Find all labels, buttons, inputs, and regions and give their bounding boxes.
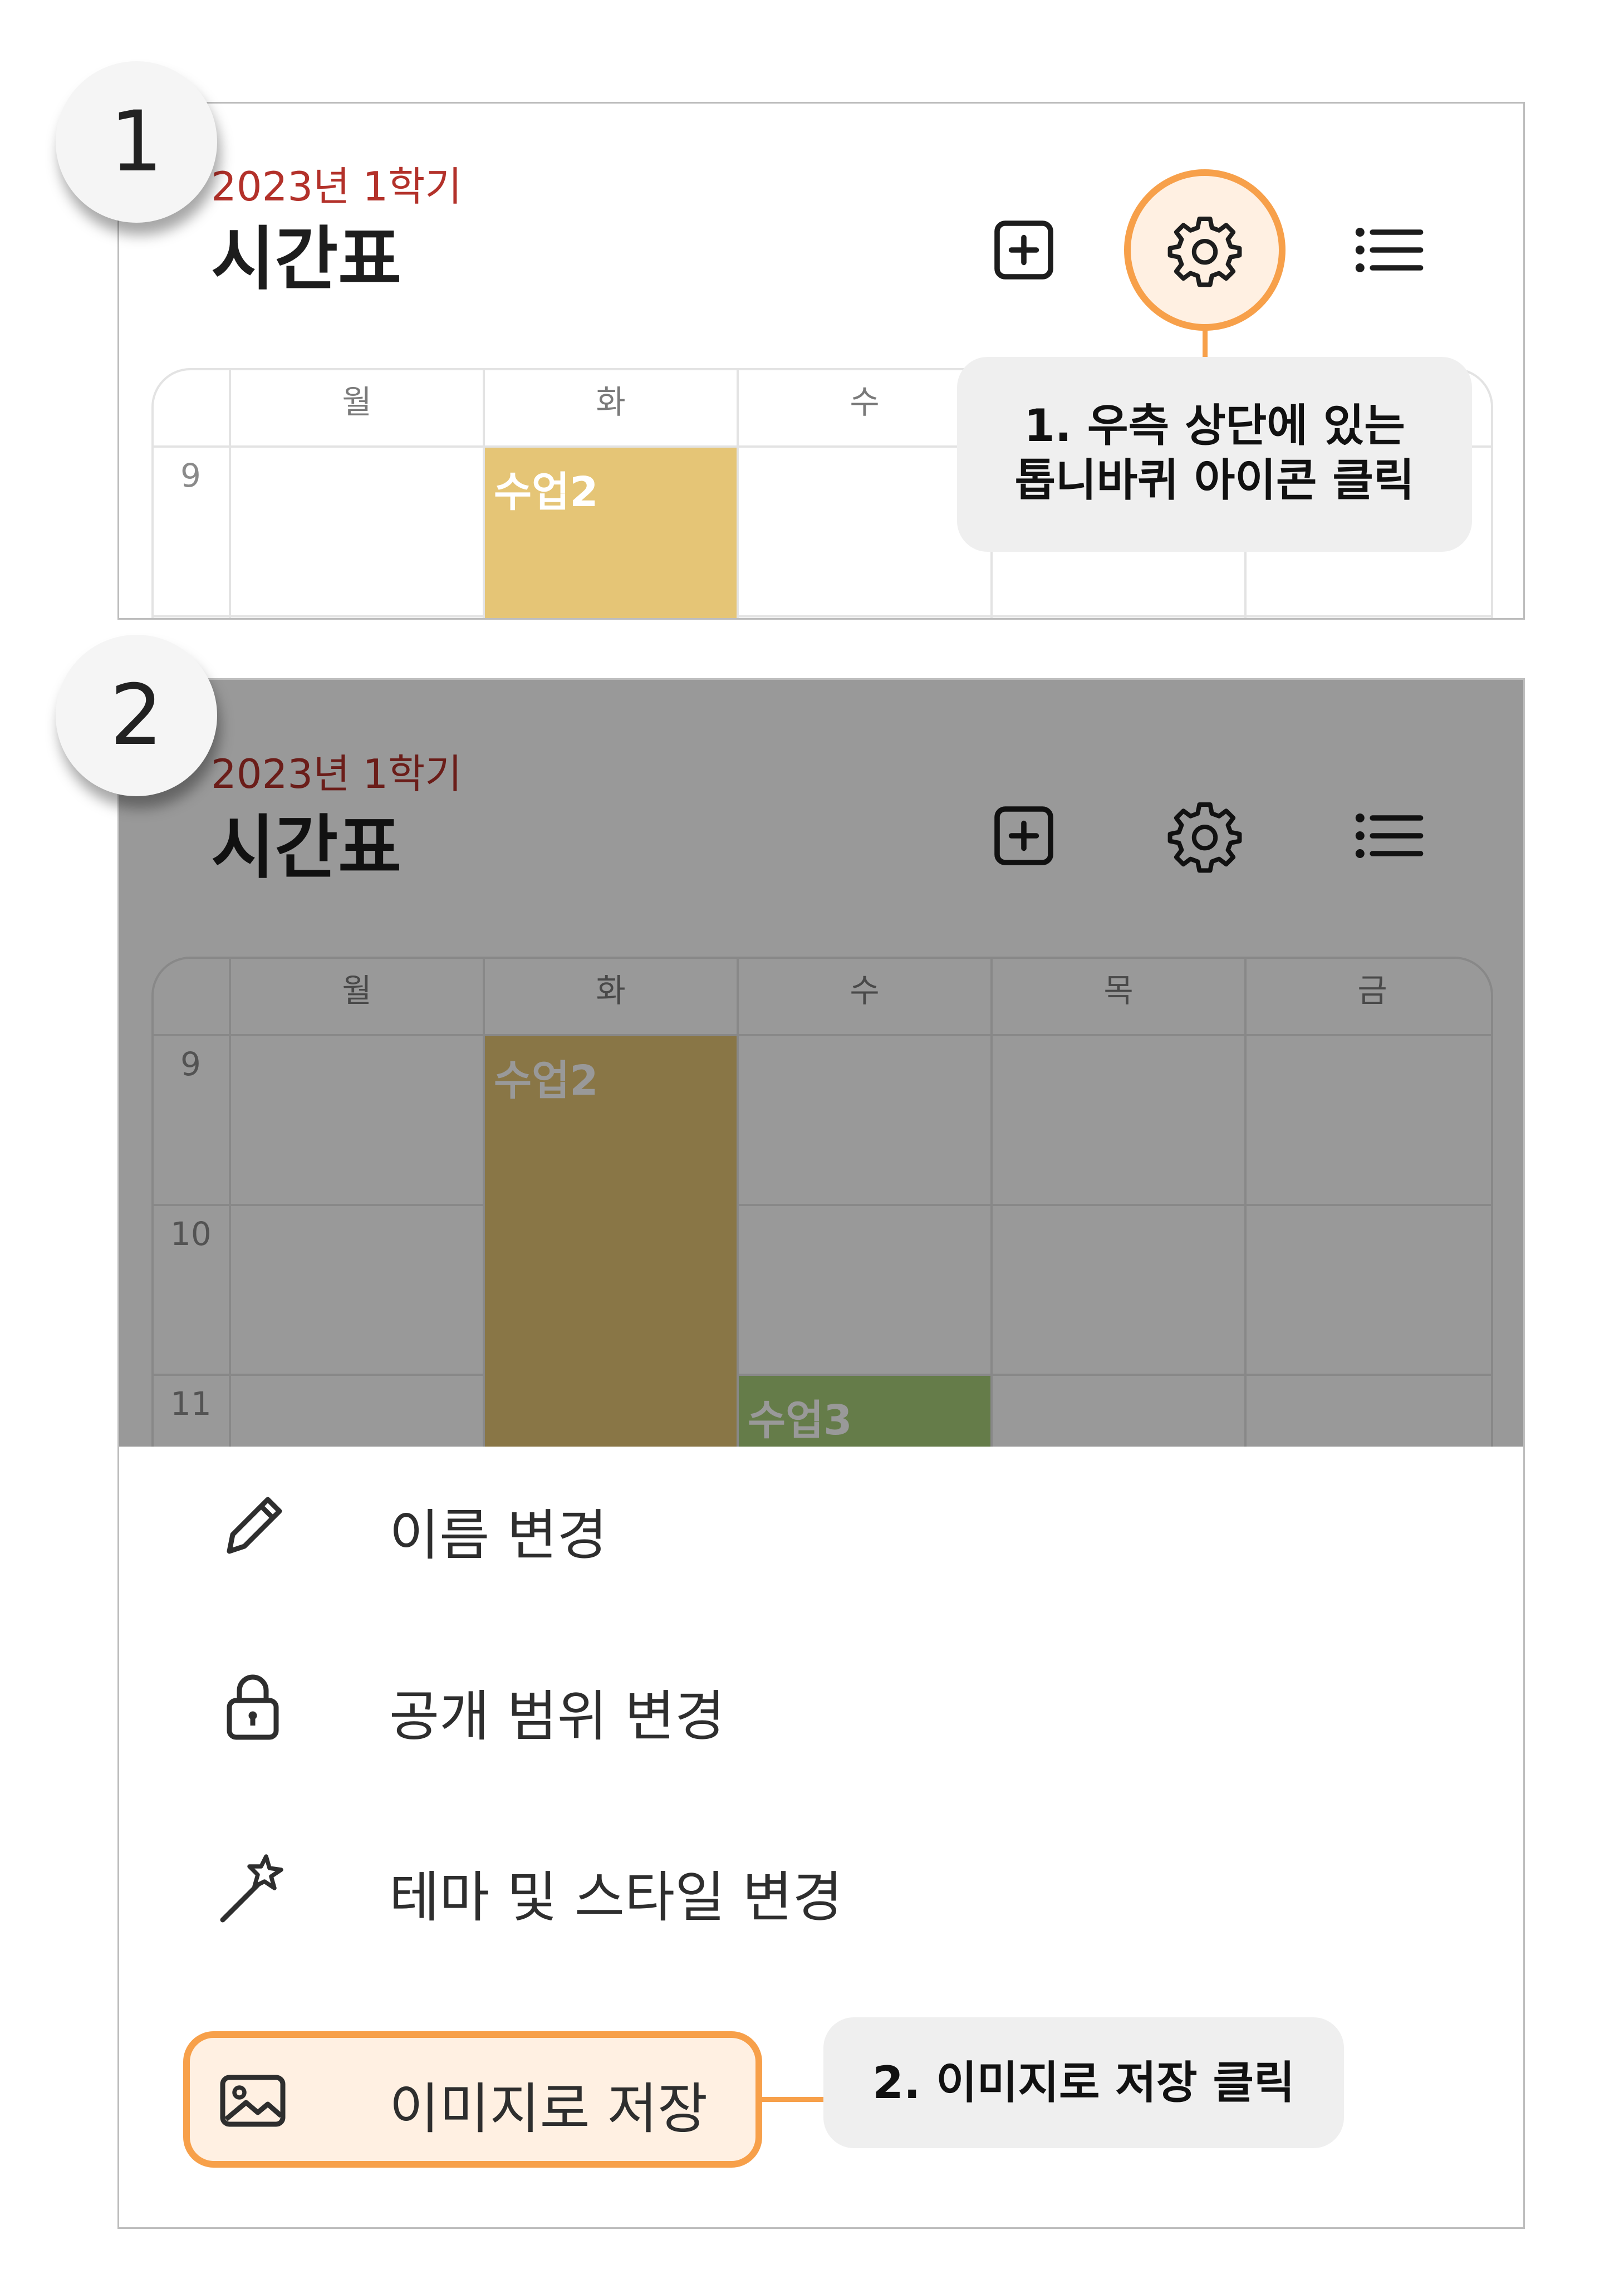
list-icon — [1355, 228, 1424, 272]
pencil-icon — [211, 1483, 295, 1566]
step-badge-2: 2 — [56, 635, 217, 796]
step-1-callout: 1. 우측 상단에 있는 톱니바퀴 아이콘 클릭 — [957, 357, 1472, 552]
callout-line: 1. 우측 상단에 있는 — [1024, 400, 1405, 452]
day-header-mon: 월 — [342, 383, 372, 421]
menu-label: 테마 및 스타일 변경 — [389, 1866, 843, 1929]
step-2-callout: 2. 이미지로 저장 클릭 — [823, 2017, 1344, 2148]
timetable-screen: 2023년 1학기 시간표 — [119, 104, 1523, 618]
add-button[interactable] — [979, 205, 1068, 295]
callout-line: 톱니바퀴 아이콘 클릭 — [1014, 454, 1415, 506]
page-title: 시간표 — [211, 219, 402, 300]
hour-label-9: 9 — [180, 457, 201, 494]
add-square-icon — [994, 220, 1053, 280]
step-1-panel: 2023년 1학기 시간표 월 화 수 9 수업2 1. 우측 상단에 있는 톱… — [117, 102, 1525, 620]
magic-wand-icon — [211, 1845, 295, 1928]
menu-item-visibility[interactable]: 공개 범위 변경 — [119, 1622, 1523, 1789]
modal-backdrop[interactable] — [119, 680, 1523, 1447]
menu-item-rename[interactable]: 이름 변경 — [119, 1441, 1523, 1608]
callout-connector — [1203, 329, 1208, 359]
image-icon — [211, 2059, 295, 2143]
gear-icon — [1167, 217, 1242, 287]
class-block[interactable]: 수업2 — [485, 448, 737, 618]
class-name: 수업2 — [494, 468, 598, 516]
menu-label: 이름 변경 — [389, 1504, 607, 1567]
list-button[interactable] — [1344, 205, 1433, 295]
day-header-wed: 수 — [850, 383, 880, 421]
bottom-sheet: 이름 변경 공개 범위 변경 테마 및 스타일 변경 이미지로 저장 2. 이미… — [119, 1447, 1523, 2227]
day-header-tue: 화 — [596, 383, 626, 421]
menu-label: 공개 범위 변경 — [389, 1685, 725, 1748]
menu-item-theme[interactable]: 테마 및 스타일 변경 — [119, 1803, 1523, 1970]
step-badge-1: 1 — [56, 61, 217, 223]
step-2-panel: 2023년 1학기 시간표 월 화 수 목 금 9 10 11 수업2 수업3 … — [117, 678, 1525, 2229]
menu-label: 이미지로 저장 — [389, 2077, 708, 2141]
lock-icon — [211, 1664, 295, 1747]
settings-button[interactable] — [1160, 205, 1249, 295]
